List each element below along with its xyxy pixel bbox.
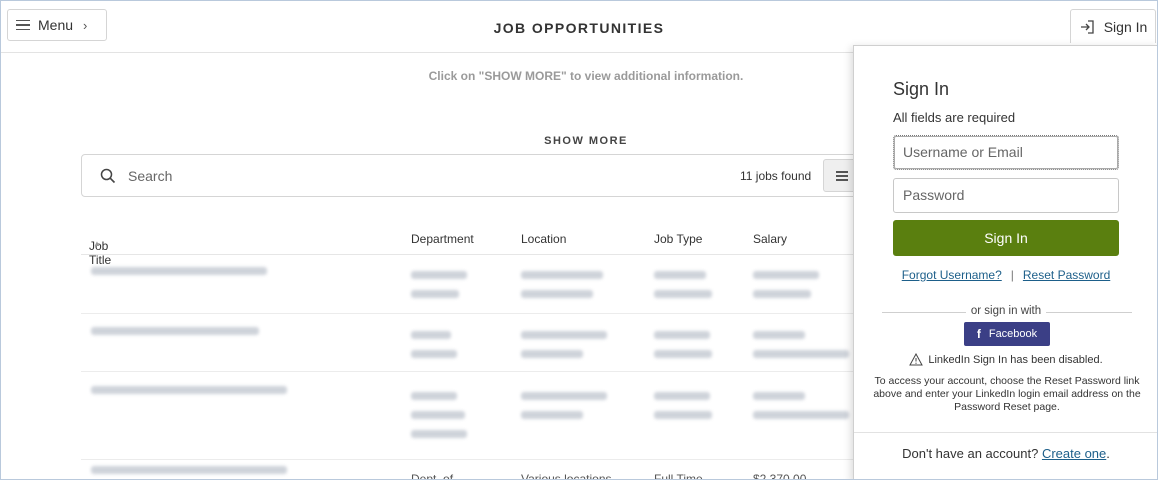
app-frame: Menu › JOB OPPORTUNITIES Sign In Click o… — [0, 0, 1158, 480]
table-row[interactable]: Dept. of Various locations, Full Time - … — [81, 460, 861, 480]
forgot-username-link[interactable]: Forgot Username? — [902, 268, 1002, 282]
sign-in-toggle-button[interactable]: Sign In — [1070, 9, 1156, 43]
cell-department: Dept. of — [411, 472, 454, 480]
no-account-text: Don't have an account? — [902, 446, 1039, 461]
create-account-suffix: . — [1106, 446, 1110, 461]
table-row[interactable] — [81, 314, 861, 372]
link-separator: | — [1010, 268, 1014, 282]
create-account-section: Don't have an account? Create one. — [854, 432, 1157, 479]
table-header: Job Title ▲ Department Location Job Type … — [81, 225, 861, 267]
create-account-link[interactable]: Create one — [1042, 446, 1106, 461]
account-recovery-links: Forgot Username? | Reset Password — [893, 268, 1119, 282]
jobs-count: 11 jobs found — [740, 169, 812, 183]
facebook-label: Facebook — [988, 328, 1038, 340]
table-row[interactable] — [81, 372, 861, 460]
search-input[interactable]: Search — [128, 168, 172, 184]
required-note: All fields are required — [893, 110, 1016, 125]
col-header-department[interactable]: Department — [411, 232, 474, 246]
col-header-salary[interactable]: Salary — [753, 232, 787, 246]
cell-salary: $2,370.00 - — [753, 472, 814, 480]
reset-password-link[interactable]: Reset Password — [1023, 268, 1110, 282]
cell-location: Various locations, — [521, 472, 615, 480]
sign-in-submit-button[interactable]: Sign In — [893, 220, 1119, 256]
linkedin-disabled-warning: LinkedIn Sign In has been disabled. — [854, 352, 1157, 366]
search-icon — [100, 168, 116, 184]
username-field[interactable]: Username or Email — [893, 135, 1119, 170]
page-title: JOB OPPORTUNITIES — [493, 20, 665, 36]
search-bar: Search 11 jobs found — [81, 154, 881, 197]
warning-icon — [909, 352, 924, 366]
table-row[interactable] — [81, 256, 861, 314]
sort-up-icon: ▲ — [93, 239, 101, 248]
facebook-sign-in-button[interactable]: f Facebook — [964, 322, 1050, 346]
col-header-job-type[interactable]: Job Type — [654, 232, 702, 246]
linkedin-info-text: To access your account, choose the Reset… — [873, 375, 1141, 413]
sign-in-toggle-label: Sign In — [1103, 18, 1148, 35]
sign-in-title: Sign In — [893, 79, 950, 99]
facebook-icon: f — [976, 327, 981, 341]
or-sign-in-with-label: or sign in with — [854, 305, 1157, 317]
sign-in-panel: Sign In All fields are required Username… — [853, 45, 1157, 479]
password-field[interactable]: Password — [893, 178, 1119, 213]
col-header-location[interactable]: Location — [521, 232, 566, 246]
cell-job-type: Full Time - — [654, 472, 711, 480]
sign-in-icon — [1080, 19, 1094, 34]
